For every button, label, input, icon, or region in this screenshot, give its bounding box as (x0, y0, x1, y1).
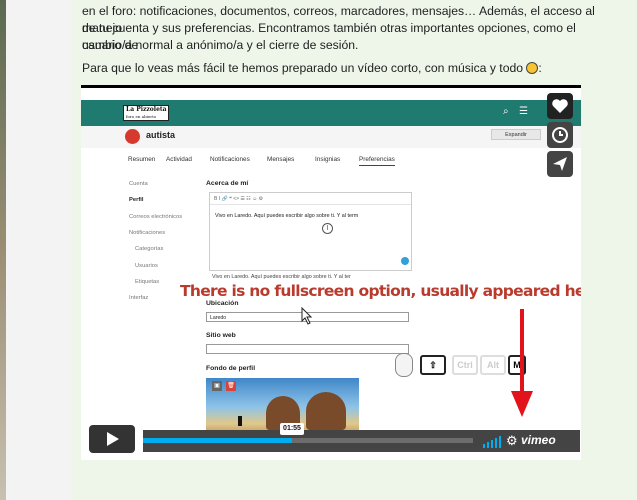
editor-toolbar[interactable]: B I 🔗 ❝ <> ☰ ☷ ☺ ⚙ (210, 193, 411, 205)
forum-username: autista (146, 130, 176, 140)
key-shift: ⇧ (420, 355, 446, 375)
expand-button[interactable]: Expandir (491, 129, 541, 140)
share-button[interactable] (547, 151, 573, 177)
about-text: Vivo en Laredo. Aquí puedes escribir alg… (215, 213, 359, 219)
about-editor[interactable]: B I 🔗 ❝ <> ☰ ☷ ☺ ⚙ Vivo en Laredo. Aquí … (209, 192, 412, 271)
menu-icon[interactable]: ☰ (519, 107, 529, 117)
volume-icon[interactable] (483, 430, 505, 452)
sidebar-item-notificaciones[interactable]: Notificaciones (129, 230, 165, 236)
heart-icon (552, 99, 568, 113)
time-tooltip: 01:55 (280, 423, 304, 435)
like-button[interactable] (547, 93, 573, 119)
rock-shape (306, 392, 346, 430)
location-label: Ubicación (206, 300, 239, 307)
play-button[interactable] (89, 425, 135, 453)
smile-emoji-icon (526, 62, 539, 74)
about-preview: Vivo en Laredo. Aquí puedes escribir alg… (212, 274, 351, 280)
image-upload-icon[interactable]: ▣ (212, 381, 222, 391)
sidebar-item-correos[interactable]: Correos electrónicos (129, 214, 182, 220)
post-paragraph-2-text: Para que lo veas más fácil te hemos prep… (82, 61, 524, 75)
key-alt: Alt (480, 355, 506, 375)
annotation-arrow-icon (511, 309, 533, 417)
post-paragraph-2: Para que lo veas más fácil te hemos prep… (82, 60, 612, 77)
clock-icon (552, 127, 568, 143)
tab-actividad[interactable]: Actividad (166, 156, 192, 163)
text-cursor-icon: I (322, 223, 333, 234)
about-label: Acerca de mí (206, 180, 249, 187)
settings-gear-icon[interactable]: ⚙ (506, 433, 518, 449)
tab-resumen[interactable]: Resumen (128, 156, 155, 163)
forum-logo-subtitle: foro en abierto (126, 114, 157, 119)
website-field[interactable] (206, 344, 409, 354)
tab-insignias[interactable]: Insignias (315, 156, 340, 163)
play-icon (107, 432, 119, 446)
forum-screenshot-frame: La Pizzoleta foro en abierto ⌕ ☰ autista… (81, 88, 581, 460)
progress-played (143, 438, 292, 443)
tab-notificaciones[interactable]: Notificaciones (210, 156, 250, 163)
mouse-pointer-icon (301, 307, 313, 325)
annotation-text: There is no fullscreen option, usually a… (180, 282, 581, 300)
sidebar-item-interfaz[interactable]: Interfaz (129, 295, 148, 301)
page-left-edge (0, 0, 6, 500)
vimeo-logo[interactable]: vimeo (521, 433, 556, 447)
user-avatar (125, 129, 140, 144)
tab-preferencias[interactable]: Preferencias (359, 156, 395, 166)
sidebar-item-perfil[interactable]: Perfil (129, 197, 144, 203)
search-icon[interactable]: ⌕ (503, 107, 513, 117)
sidebar-item-cuenta[interactable]: Cuenta (129, 181, 148, 187)
post-line-3: usuario/a normal a anónimo/a y el cierre… (82, 38, 359, 52)
emoji-button-icon[interactable] (401, 257, 409, 265)
send-icon (553, 157, 567, 171)
website-label: Sitio web (206, 332, 236, 339)
mouse-icon (395, 353, 413, 377)
trash-icon[interactable]: 🗑 (226, 381, 236, 391)
sidebar-item-usuarios[interactable]: Usuarios (135, 263, 158, 269)
forum-logo: La Pizzoleta foro en abierto (123, 105, 169, 121)
progress-bar[interactable]: ⚙ (143, 430, 580, 452)
watch-later-button[interactable] (547, 122, 573, 148)
key-ctrl: Ctrl (452, 355, 478, 375)
background-label: Fondo de perfil (206, 365, 256, 372)
sidebar-item-categorias[interactable]: Categorías (135, 246, 163, 252)
colon: : (538, 61, 542, 75)
sidebar-item-etiquetas[interactable]: Etiquetas (135, 279, 159, 285)
video-player[interactable]: La Pizzoleta foro en abierto ⌕ ☰ autista… (81, 85, 581, 460)
tab-mensajes[interactable]: Mensajes (267, 156, 294, 163)
runner-figure (238, 416, 242, 426)
forum-logo-title: La Pizzoleta (126, 106, 167, 113)
